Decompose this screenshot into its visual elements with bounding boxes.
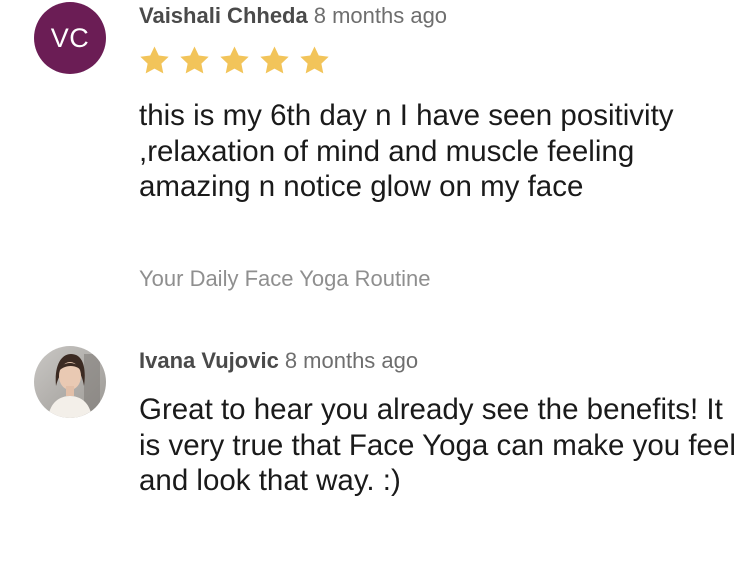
author-name[interactable]: Ivana Vujovic — [139, 348, 279, 373]
review-item: VC Vaishali Chheda 8 months ago this is m… — [0, 0, 750, 320]
avatar[interactable]: VC — [34, 2, 106, 74]
timestamp: 8 months ago — [284, 348, 419, 373]
reply-meta: Ivana Vujovic 8 months ago — [139, 347, 418, 375]
author-name[interactable]: Vaishali Chheda — [139, 3, 308, 28]
review-meta: Vaishali Chheda 8 months ago — [139, 2, 447, 30]
profile-photo-icon — [34, 346, 106, 418]
reply-item: Ivana Vujovic 8 months ago Great to hear … — [0, 340, 750, 540]
avatar-initials: VC — [50, 22, 90, 53]
star-rating — [138, 44, 331, 77]
star-icon — [260, 46, 289, 74]
review-source[interactable]: Your Daily Face Yoga Routine — [139, 265, 431, 293]
star-icon — [140, 46, 169, 74]
avatar[interactable] — [34, 346, 106, 418]
reply-text: Great to hear you already see the benefi… — [139, 393, 736, 497]
review-text: this is my 6th day n I have seen positiv… — [139, 99, 674, 203]
star-icon — [180, 46, 209, 74]
star-icon — [220, 46, 249, 74]
timestamp: 8 months ago — [313, 3, 448, 28]
star-icon — [300, 46, 329, 74]
